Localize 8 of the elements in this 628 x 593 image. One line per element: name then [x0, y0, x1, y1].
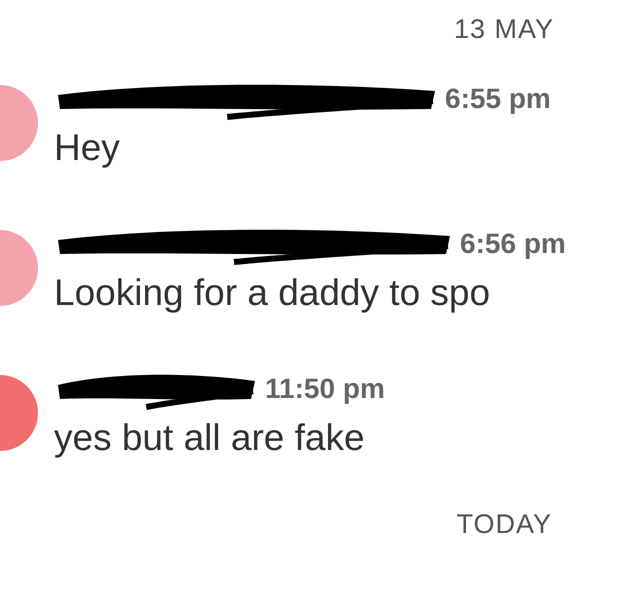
- message-time: 6:55 pm: [445, 82, 551, 114]
- date-header: 13 MAY: [454, 14, 554, 46]
- message-text: Looking for a daddy to spo: [54, 272, 492, 314]
- message-text: Hey: [54, 126, 121, 168]
- date-header: TODAY: [456, 509, 552, 535]
- message-time: 11:50 pm: [265, 372, 385, 404]
- message-time: 6:56 pm: [460, 228, 566, 260]
- message-text: yes but all are fake: [54, 416, 366, 458]
